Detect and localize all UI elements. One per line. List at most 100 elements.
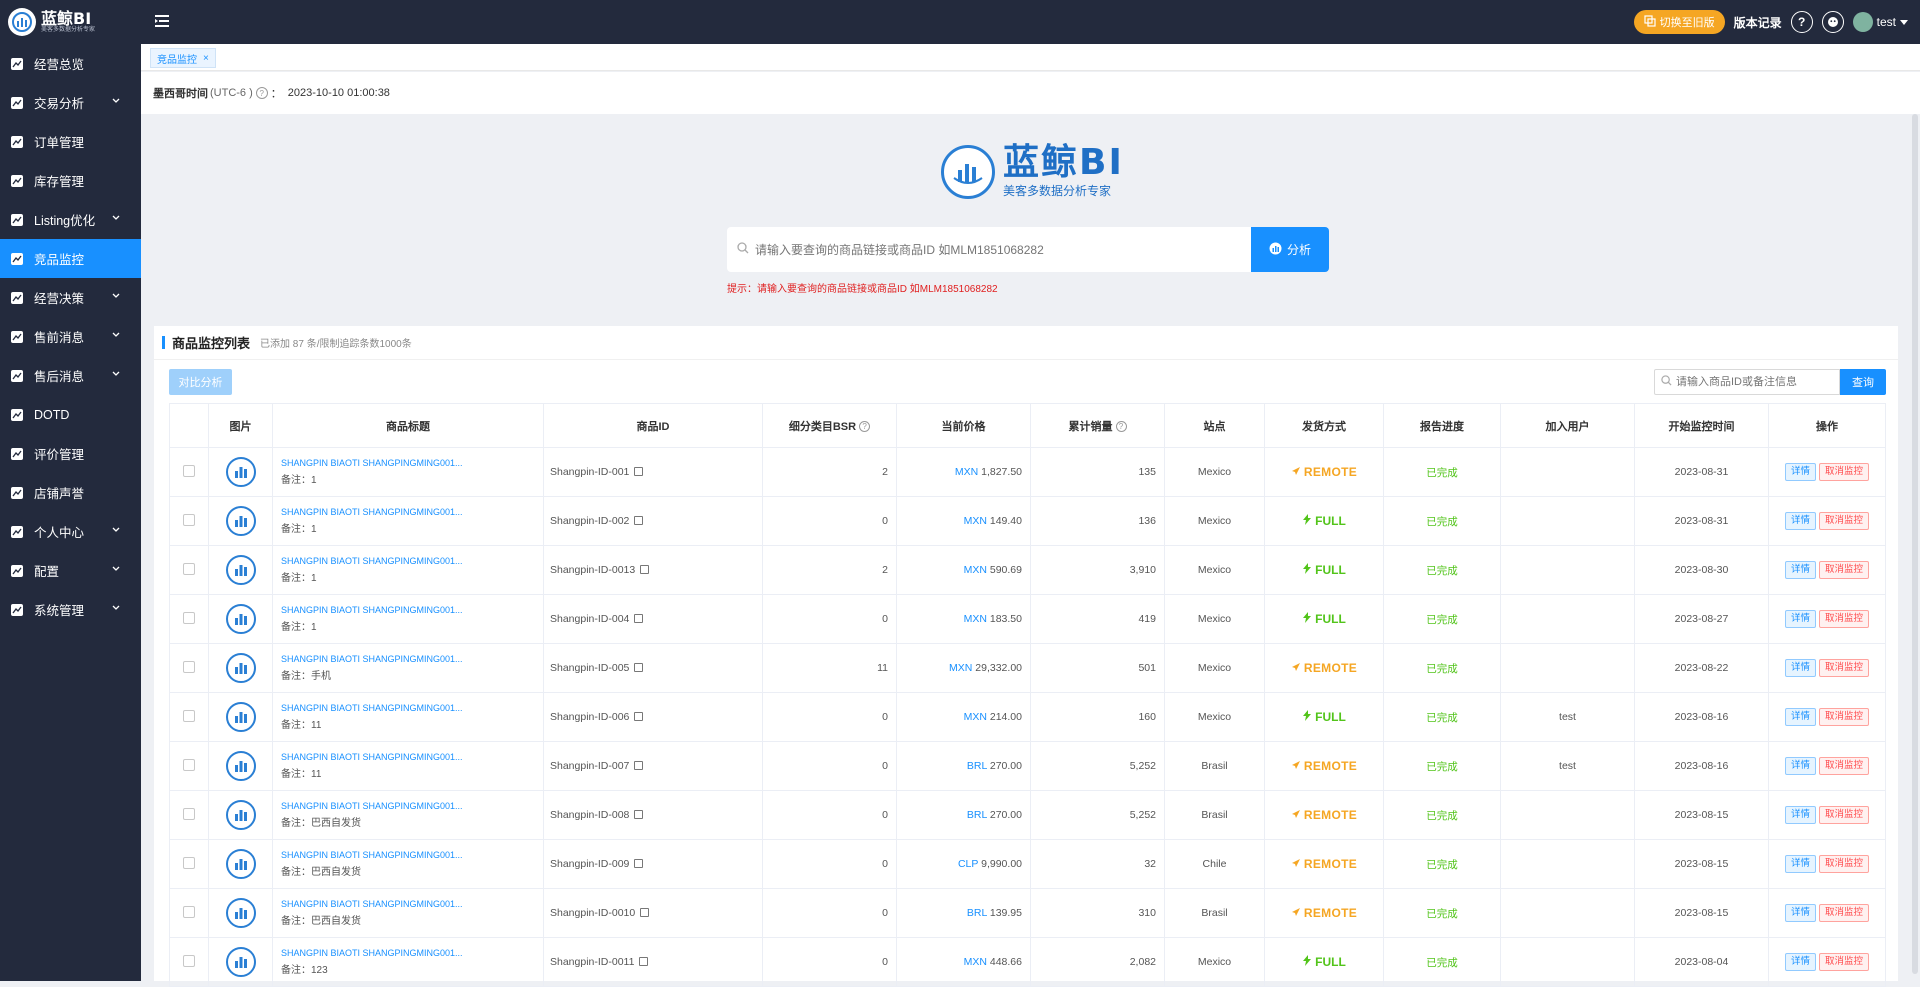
question-icon[interactable]: ? — [1115, 420, 1127, 432]
sidebar-item-4[interactable]: Listing优化 — [0, 200, 141, 239]
cancel-monitor-button[interactable]: 取消监控 — [1819, 757, 1870, 775]
product-image[interactable] — [225, 898, 256, 928]
cancel-monitor-button[interactable]: 取消监控 — [1819, 855, 1870, 873]
sidebar-item-6[interactable]: 经营决策 — [0, 278, 141, 317]
tab-competitor-monitor[interactable]: 竞品监控 × — [150, 48, 216, 68]
row-checkbox[interactable] — [183, 660, 195, 673]
cancel-monitor-button[interactable]: 取消监控 — [1819, 904, 1870, 922]
table-search-input[interactable] — [1676, 376, 1836, 388]
copy-icon[interactable] — [634, 810, 644, 819]
product-title-link[interactable]: SHANGPIN BIAOTI SHANGPINGMING001... — [281, 605, 543, 615]
product-title-link[interactable]: SHANGPIN BIAOTI SHANGPINGMING001... — [281, 850, 543, 860]
sidebar-item-11[interactable]: 店铺声誉 — [0, 473, 141, 512]
row-checkbox[interactable] — [183, 954, 195, 967]
product-title-link[interactable]: SHANGPIN BIAOTI SHANGPINGMING001... — [281, 703, 543, 713]
product-image[interactable] — [225, 702, 256, 732]
product-title-link[interactable]: SHANGPIN BIAOTI SHANGPINGMING001... — [281, 556, 543, 566]
copy-icon[interactable] — [634, 516, 644, 525]
detail-button[interactable]: 详情 — [1784, 512, 1816, 530]
product-search-input[interactable] — [755, 242, 1255, 257]
product-title-link[interactable]: SHANGPIN BIAOTI SHANGPINGMING001... — [281, 899, 543, 909]
row-checkbox[interactable] — [183, 856, 195, 869]
scrollbar[interactable] — [1912, 114, 1918, 974]
detail-button[interactable]: 详情 — [1784, 659, 1816, 677]
query-button[interactable]: 查询 — [1840, 369, 1886, 395]
detail-button[interactable]: 详情 — [1784, 708, 1816, 726]
detail-button[interactable]: 详情 — [1784, 904, 1816, 922]
copy-icon[interactable] — [634, 663, 644, 672]
detail-button[interactable]: 详情 — [1784, 561, 1816, 579]
close-icon[interactable]: × — [203, 53, 209, 64]
menu-toggle-icon[interactable] — [155, 14, 169, 30]
sidebar-item-1[interactable]: 交易分析 — [0, 83, 141, 122]
row-checkbox[interactable] — [183, 758, 195, 771]
sidebar-item-0[interactable]: 经营总览 — [0, 44, 141, 83]
sidebar-item-9[interactable]: DOTD — [0, 395, 141, 434]
sidebar-item-3[interactable]: 库存管理 — [0, 161, 141, 200]
product-image[interactable] — [225, 947, 256, 977]
product-image[interactable] — [225, 751, 256, 781]
cancel-monitor-button[interactable]: 取消监控 — [1819, 561, 1870, 579]
product-title-link[interactable]: SHANGPIN BIAOTI SHANGPINGMING001... — [281, 458, 543, 468]
question-icon[interactable]: ? — [859, 420, 871, 432]
product-title-link[interactable]: SHANGPIN BIAOTI SHANGPINGMING001... — [281, 948, 543, 958]
copy-icon[interactable] — [640, 565, 650, 574]
detail-button[interactable]: 详情 — [1784, 855, 1816, 873]
detail-button[interactable]: 详情 — [1784, 463, 1816, 481]
feedback-icon[interactable] — [1821, 11, 1844, 33]
product-title-link[interactable]: SHANGPIN BIAOTI SHANGPINGMING001... — [281, 801, 543, 811]
sidebar-item-7[interactable]: 售前消息 — [0, 317, 141, 356]
copy-icon[interactable] — [634, 761, 644, 770]
help-icon[interactable]: ? — [1790, 11, 1813, 33]
cancel-monitor-button[interactable]: 取消监控 — [1819, 610, 1870, 628]
product-title-link[interactable]: SHANGPIN BIAOTI SHANGPINGMING001... — [281, 752, 543, 762]
sidebar-item-10[interactable]: 评价管理 — [0, 434, 141, 473]
cancel-monitor-button[interactable]: 取消监控 — [1819, 953, 1870, 971]
question-icon[interactable]: ? — [255, 87, 268, 99]
copy-icon[interactable] — [634, 712, 644, 721]
cancel-monitor-button[interactable]: 取消监控 — [1819, 708, 1870, 726]
product-image[interactable] — [225, 653, 256, 683]
sidebar-item-12[interactable]: 个人中心 — [0, 512, 141, 551]
copy-icon[interactable] — [634, 859, 644, 868]
compare-analysis-button[interactable]: 对比分析 — [169, 369, 232, 395]
sidebar-item-13[interactable]: 配置 — [0, 551, 141, 590]
product-image[interactable] — [225, 604, 256, 634]
ship-method-label: FULL — [1315, 563, 1346, 577]
detail-button[interactable]: 详情 — [1784, 610, 1816, 628]
product-title-link[interactable]: SHANGPIN BIAOTI SHANGPINGMING001... — [281, 507, 543, 517]
product-image[interactable] — [225, 457, 256, 487]
analyze-button[interactable]: 分析 — [1251, 227, 1329, 272]
row-checkbox[interactable] — [183, 807, 195, 820]
sidebar-item-2[interactable]: 订单管理 — [0, 122, 141, 161]
detail-button[interactable]: 详情 — [1784, 953, 1816, 971]
app-logo[interactable]: 蓝鲸BI 美客多数据分析专家 — [0, 0, 141, 44]
detail-button[interactable]: 详情 — [1784, 806, 1816, 824]
sidebar-item-14[interactable]: 系统管理 — [0, 590, 141, 629]
product-image[interactable] — [225, 506, 256, 536]
row-checkbox[interactable] — [183, 905, 195, 918]
sidebar-item-8[interactable]: 售后消息 — [0, 356, 141, 395]
product-image[interactable] — [225, 555, 256, 585]
cancel-monitor-button[interactable]: 取消监控 — [1819, 806, 1870, 824]
version-history-link[interactable]: 版本记录 — [1734, 14, 1782, 31]
cancel-monitor-button[interactable]: 取消监控 — [1819, 659, 1870, 677]
row-checkbox[interactable] — [183, 513, 195, 526]
copy-icon[interactable] — [640, 908, 650, 917]
user-menu[interactable]: test — [1852, 12, 1908, 32]
cancel-monitor-button[interactable]: 取消监控 — [1819, 463, 1870, 481]
copy-icon[interactable] — [639, 957, 649, 966]
product-title-link[interactable]: SHANGPIN BIAOTI SHANGPINGMING001... — [281, 654, 543, 664]
copy-icon[interactable] — [634, 467, 644, 476]
cancel-monitor-button[interactable]: 取消监控 — [1819, 512, 1870, 530]
row-checkbox[interactable] — [183, 709, 195, 722]
row-checkbox[interactable] — [183, 562, 195, 575]
product-image[interactable] — [225, 800, 256, 830]
detail-button[interactable]: 详情 — [1784, 757, 1816, 775]
copy-icon[interactable] — [634, 614, 644, 623]
product-image[interactable] — [225, 849, 256, 879]
sidebar-item-5[interactable]: 竞品监控 — [0, 239, 141, 278]
switch-old-version-button[interactable]: 切换至旧版 — [1633, 10, 1725, 34]
row-checkbox[interactable] — [183, 611, 195, 624]
row-checkbox[interactable] — [183, 464, 195, 477]
